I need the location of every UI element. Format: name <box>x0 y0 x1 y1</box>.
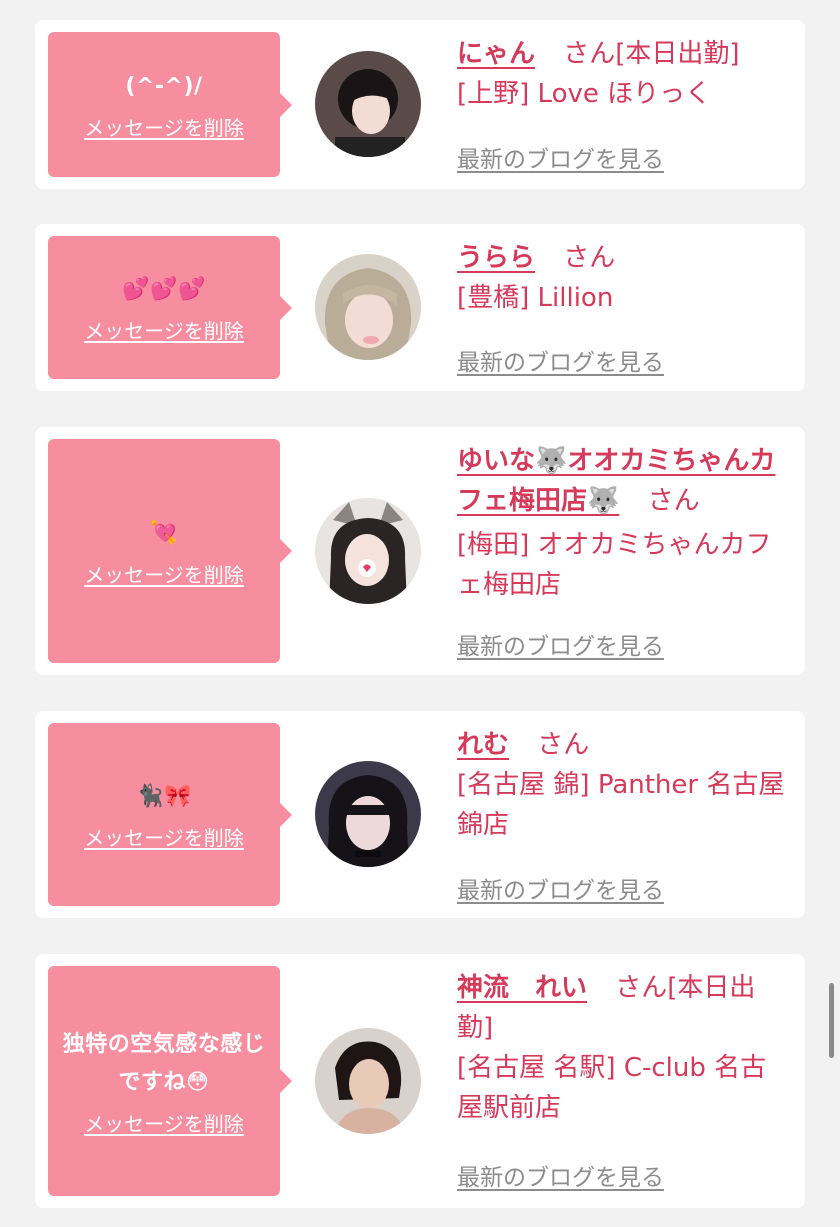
avatar[interactable] <box>315 1028 421 1134</box>
favorite-card: (^-^)/ メッセージを削除 にゃん さん[本日出勤] [上野] Love ほ… <box>35 20 805 189</box>
cast-suffix: さん <box>537 730 590 760</box>
avatar[interactable] <box>315 254 421 360</box>
favorite-card: 💕💕💕 メッセージを削除 うらら さん [豊橋] Lillion 最新のブログを… <box>35 224 805 391</box>
cast-suffix: さん <box>563 243 616 273</box>
delete-message-link[interactable]: メッセージを削除 <box>84 315 244 344</box>
avatar[interactable] <box>315 498 421 604</box>
favorite-card: 🐈‍⬛🎀 メッセージを削除 れむ さん [名古屋 錦] Panther 名古屋錦… <box>35 711 805 918</box>
message-text: 独特の空気感な感じですね😳 <box>62 1031 266 1095</box>
delete-message-link[interactable]: メッセージを削除 <box>84 112 244 141</box>
cast-suffix: さん <box>647 486 700 516</box>
blog-link[interactable]: 最新のブログを見る <box>457 627 664 661</box>
blog-link[interactable]: 最新のブログを見る <box>457 140 664 174</box>
scrollbar[interactable] <box>829 983 834 1058</box>
delete-message-link[interactable]: メッセージを削除 <box>84 559 244 588</box>
cast-info: れむ さん [名古屋 錦] Panther 名古屋錦店 <box>457 725 789 845</box>
blog-link[interactable]: 最新のブログを見る <box>457 1158 664 1192</box>
shop-name: [名古屋 名駅] C-club 名古屋駅前店 <box>457 1053 767 1123</box>
avatar[interactable] <box>315 761 421 867</box>
message-bubble: 💕💕💕 メッセージを削除 <box>48 236 292 379</box>
shop-name: [上野] Love ほりっく <box>457 79 712 109</box>
message-text: 💕💕💕 <box>122 277 206 302</box>
message-bubble: 💘 メッセージを削除 <box>48 439 292 663</box>
cast-name-link[interactable]: にゃん <box>457 39 535 69</box>
cast-info: 神流 れい さん[本日出勤] [名古屋 名駅] C-club 名古屋駅前店 <box>457 968 789 1128</box>
cast-name-link[interactable]: うらら <box>457 243 535 273</box>
message-text: (^-^)/ <box>125 74 203 99</box>
shop-name: [名古屋 錦] Panther 名古屋錦店 <box>457 770 785 840</box>
delete-message-link[interactable]: メッセージを削除 <box>84 822 244 851</box>
shop-name: [梅田] オオカミちゃんカフェ梅田店 <box>457 530 772 600</box>
avatar[interactable] <box>315 51 421 157</box>
message-bubble: 独特の空気感な感じですね😳 メッセージを削除 <box>48 966 292 1196</box>
blog-link[interactable]: 最新のブログを見る <box>457 871 664 905</box>
blog-link[interactable]: 最新のブログを見る <box>457 343 664 377</box>
cast-info: ゆいな🐺オオカミちゃんカフェ梅田店🐺 さん [梅田] オオカミちゃんカフェ梅田店 <box>457 441 789 605</box>
cast-info: うらら さん [豊橋] Lillion <box>457 238 789 318</box>
favorite-card: 独特の空気感な感じですね😳 メッセージを削除 神流 れい さん[本日出勤] [名… <box>35 954 805 1208</box>
cast-name-link[interactable]: れむ <box>457 730 509 760</box>
delete-message-link[interactable]: メッセージを削除 <box>84 1108 244 1137</box>
cast-name-link[interactable]: ゆいな🐺オオカミちゃんカフェ梅田店🐺 <box>457 446 775 516</box>
cast-suffix: さん[本日出勤] <box>563 39 740 69</box>
shop-name: [豊橋] Lillion <box>457 283 614 313</box>
message-text: 💘 <box>150 520 178 546</box>
cast-name-link[interactable]: 神流 れい <box>457 973 587 1003</box>
message-bubble: (^-^)/ メッセージを削除 <box>48 32 292 177</box>
favorite-card: 💘 メッセージを削除 ゆいな🐺オオカミちゃんカフェ梅田店🐺 さん [梅田] オオ… <box>35 427 805 675</box>
cast-info: にゃん さん[本日出勤] [上野] Love ほりっく <box>457 34 789 114</box>
message-text: 🐈‍⬛🎀 <box>136 784 192 809</box>
message-bubble: 🐈‍⬛🎀 メッセージを削除 <box>48 723 292 906</box>
